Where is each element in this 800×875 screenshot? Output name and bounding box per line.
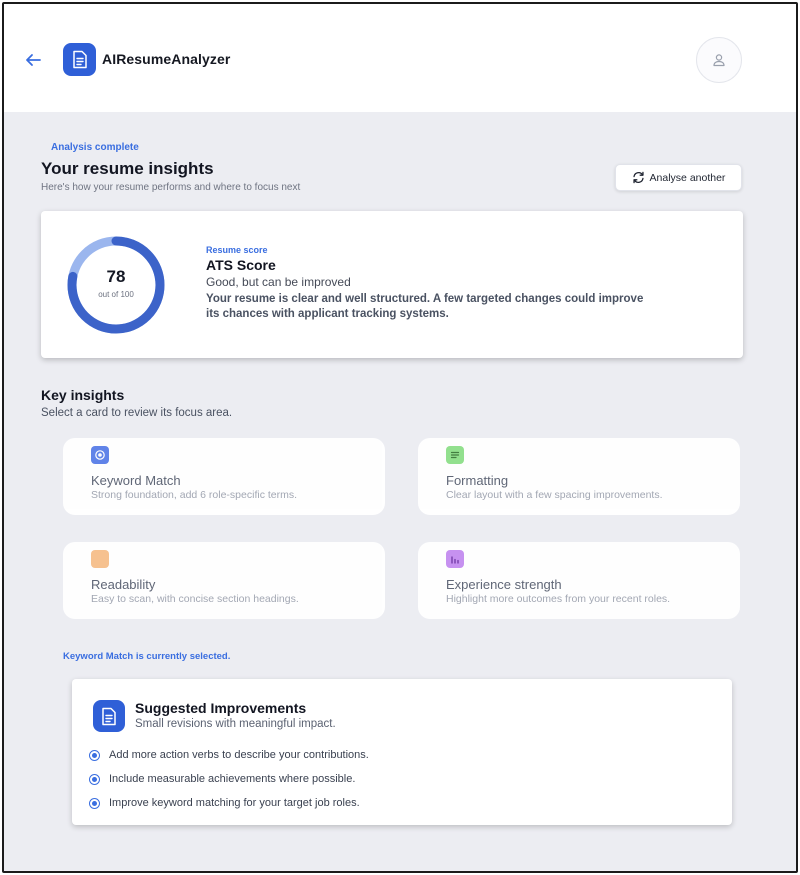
insight-card-experience-strength[interactable]: Experience strength Highlight more outco… [418,542,740,619]
insight-card-title: Keyword Match [91,473,181,488]
improvements-list: Add more action verbs to describe your c… [89,743,369,815]
profile-avatar-button[interactable] [696,37,742,83]
bullet-icon [89,773,100,785]
insight-card-title: Experience strength [446,577,562,592]
bar-chart-icon [446,550,464,568]
app-window: AIResumeAnalyzer Analysis complete Your … [2,2,798,873]
analyse-another-button[interactable]: Analyse another [615,164,742,191]
bullet-icon [89,797,100,809]
selected-card-note: Keyword Match is currently selected. [63,651,231,662]
score-verdict: Good, but can be improved [206,275,351,289]
improvements-subtitle: Small revisions with meaningful impact. [135,718,336,730]
document-icon [93,700,125,732]
refresh-icon [632,171,644,184]
improvement-text: Add more action verbs to describe your c… [109,749,369,761]
app-title: AIResumeAnalyzer [102,51,231,67]
score-out-of: out of 100 [98,290,134,299]
app-logo [63,43,96,76]
user-icon [713,54,725,67]
insight-card-keyword-match[interactable]: Keyword Match Strong foundation, add 6 r… [63,438,385,515]
page-subtitle: Here's how your resume performs and wher… [41,182,301,193]
insight-card-description: Clear layout with a few spacing improvem… [446,489,663,501]
score-value: 78 [106,267,126,286]
score-kicker: Resume score [206,245,268,255]
score-title: ATS Score [206,257,276,273]
layout-icon [446,446,464,464]
bullet-icon [89,749,100,761]
analysis-status: Analysis complete [51,142,139,153]
score-card: 78 out of 100 Resume score ATS Score Goo… [41,211,743,358]
insight-card-title: Readability [91,577,156,592]
insight-card-formatting[interactable]: Formatting Clear layout with a few spaci… [418,438,740,515]
insight-card-description: Easy to scan, with concise section headi… [91,593,299,605]
score-description: Your resume is clear and well structured… [206,293,644,320]
page-title: Your resume insights [41,159,214,178]
book-icon [91,550,109,568]
list-item: Include measurable achievements where po… [89,767,369,791]
insights-title: Key insights [41,387,125,403]
list-item: Improve keyword matching for your target… [89,791,369,815]
target-icon [91,446,109,464]
analyse-another-label: Analyse another [649,171,726,184]
insight-card-description: Strong foundation, add 6 role-specific t… [91,489,298,501]
document-icon [72,50,87,69]
insight-card-description: Highlight more outcomes from your recent… [446,593,671,605]
improvement-text: Include measurable achievements where po… [109,773,356,785]
arrow-left-icon[interactable] [24,52,42,68]
improvements-title: Suggested Improvements [135,700,307,716]
insights-subtitle: Select a card to review its focus area. [41,407,233,419]
top-bar: AIResumeAnalyzer [4,4,796,112]
improvement-text: Improve keyword matching for your target… [109,797,360,809]
suggested-improvements-card: Suggested Improvements Small revisions w… [72,679,732,825]
insight-card-readability[interactable]: Readability Easy to scan, with concise s… [63,542,385,619]
list-item: Add more action verbs to describe your c… [89,743,369,767]
insight-card-title: Formatting [446,473,509,488]
